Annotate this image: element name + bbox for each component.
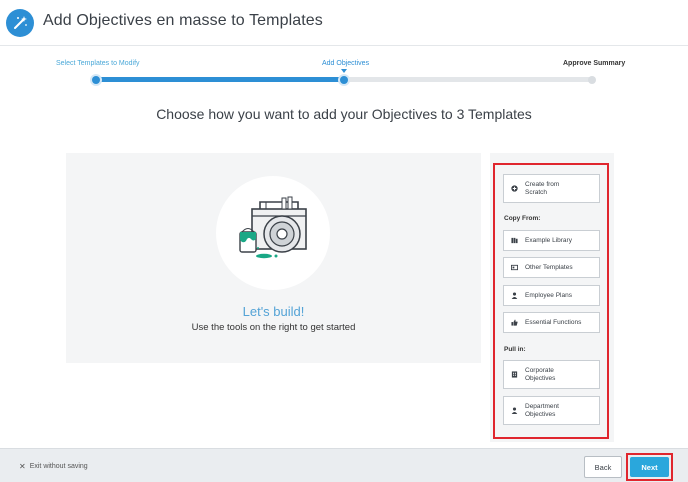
back-button[interactable]: Back <box>584 456 622 478</box>
department-objectives-label: Department Objectives <box>525 402 559 418</box>
next-button[interactable]: Next <box>630 457 669 477</box>
employee-plans-button[interactable]: Employee Plans <box>503 285 600 306</box>
person-icon <box>511 407 518 414</box>
footer-bar: ✕ Exit without saving Back Next <box>0 448 688 482</box>
essential-functions-label: Essential Functions <box>525 318 582 326</box>
step-dot-current <box>340 76 348 84</box>
current-step-caret-icon <box>341 69 347 73</box>
close-icon: ✕ <box>19 462 26 471</box>
toolbox-illustration <box>239 196 307 259</box>
library-icon <box>511 237 518 244</box>
create-from-scratch-button[interactable]: Create from Scratch <box>503 174 600 203</box>
essential-functions-button[interactable]: Essential Functions <box>503 312 600 333</box>
pull-in-heading: Pull in: <box>504 346 526 353</box>
step-dot-upcoming <box>588 76 596 84</box>
illustration-circle <box>216 176 330 290</box>
other-templates-button[interactable]: Other Templates <box>503 257 600 278</box>
objectives-canvas: Let's build! Use the tools on the right … <box>66 153 481 363</box>
example-library-button[interactable]: Example Library <box>503 230 600 251</box>
empty-state-subtitle: Use the tools on the right to get starte… <box>191 322 356 333</box>
step-approve-summary: Approve Summary <box>563 60 626 67</box>
step-select-templates[interactable]: Select Templates to Modify <box>56 60 140 67</box>
step-add-objectives: Add Objectives <box>322 60 370 67</box>
section-headline: Choose how you want to add your Objectiv… <box>156 106 532 122</box>
page-header: Add Objectives en masse to Templates <box>0 0 688 46</box>
example-library-label: Example Library <box>525 236 572 244</box>
plus-circle-icon <box>511 185 518 192</box>
empty-state-title: Let's build! <box>242 304 305 319</box>
page-title: Add Objectives en masse to Templates <box>43 12 323 29</box>
corporate-objectives-label: Corporate Objectives <box>525 366 556 382</box>
template-icon <box>511 264 518 271</box>
progress-fill <box>96 77 344 82</box>
employee-plans-label: Employee Plans <box>525 291 572 299</box>
thumbs-up-icon <box>511 319 518 326</box>
create-from-scratch-label: Create from Scratch <box>525 180 560 196</box>
building-icon <box>511 371 518 378</box>
step-dot-complete[interactable] <box>92 76 100 84</box>
other-templates-label: Other Templates <box>525 263 573 271</box>
magic-wand-icon <box>6 9 34 37</box>
corporate-objectives-button[interactable]: Corporate Objectives <box>503 360 600 389</box>
exit-label: Exit without saving <box>29 463 88 470</box>
department-objectives-button[interactable]: Department Objectives <box>503 396 600 425</box>
exit-without-saving-link[interactable]: ✕ Exit without saving <box>19 462 88 471</box>
copy-from-heading: Copy From: <box>504 215 541 222</box>
person-icon <box>511 292 518 299</box>
